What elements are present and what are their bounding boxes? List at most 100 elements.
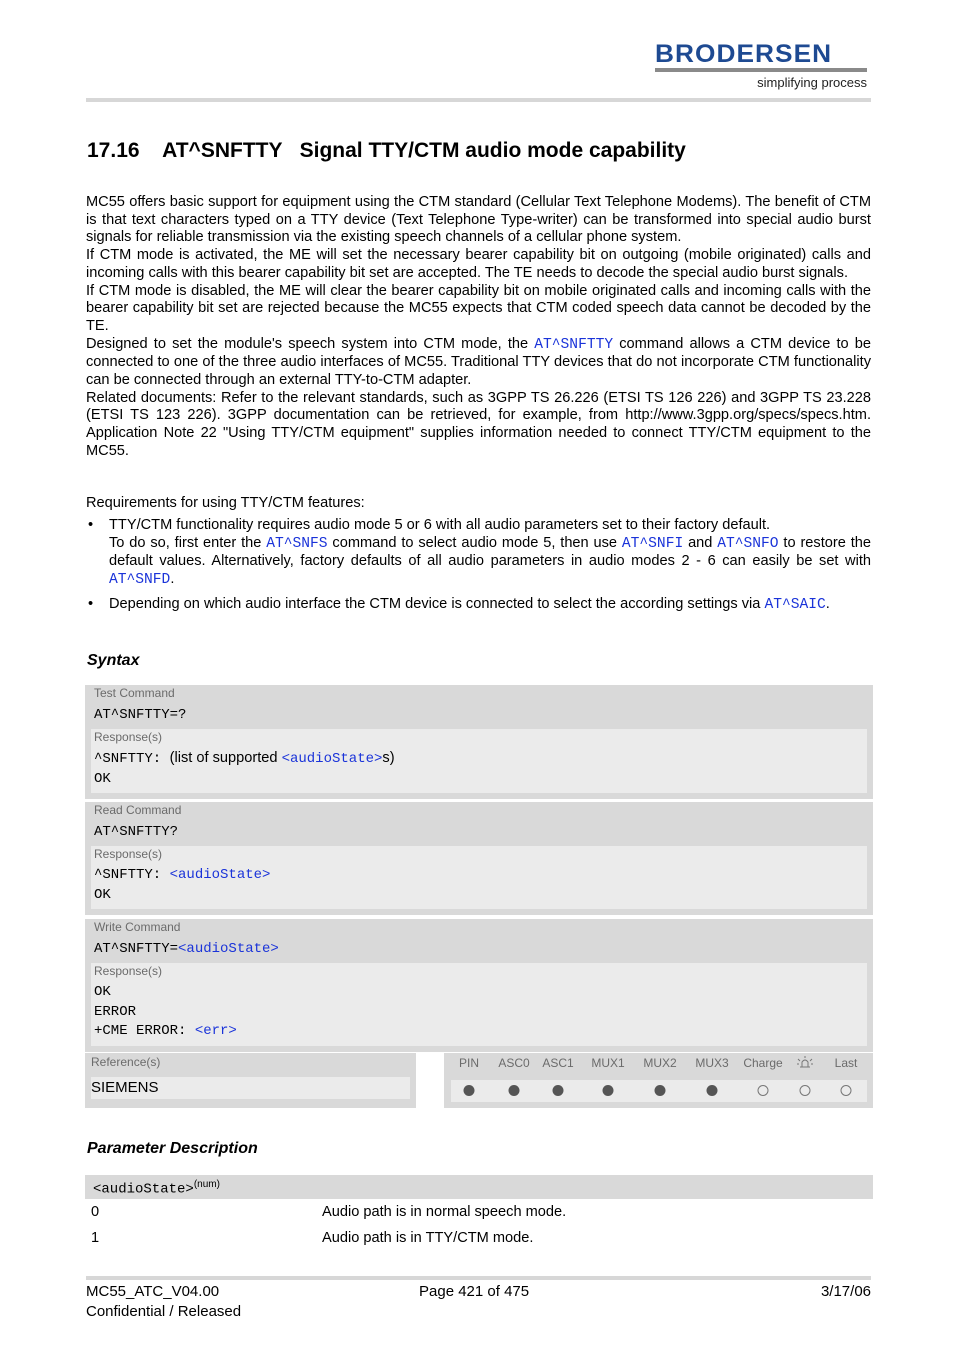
list-item: • TTY/CTM functionality requires audio m… (86, 517, 871, 590)
text: command to select audio mode 5, then use (327, 534, 622, 551)
text: . (825, 595, 830, 612)
unsupported-circle-icon (799, 1085, 811, 1096)
response-ok: OK (94, 984, 111, 1000)
support-column-label: MUX2 (643, 1056, 677, 1070)
support-matrix-row (451, 1080, 867, 1102)
text: . (170, 571, 175, 588)
logo-tagline: simplifying process (757, 75, 867, 90)
requirements-list: • TTY/CTM functionality requires audio m… (86, 517, 871, 621)
response-cme-error: +CME ERROR: <err> (91, 1022, 867, 1042)
support-column-label: Charge (743, 1056, 783, 1070)
logo-wordmark: BRODERSEN (655, 40, 833, 68)
audiostate-link[interactable]: <audioState> (170, 867, 271, 883)
supported-dot-icon (463, 1085, 475, 1096)
support-matrix-header: PIN ASC0 ASC1 MUX1 MUX2 MUX3 Charge Last (444, 1053, 873, 1079)
bullet-icon: • (88, 517, 94, 533)
err-link[interactable]: <err> (195, 1023, 237, 1039)
requirements-title: Requirements for using TTY/CTM features: (86, 495, 365, 511)
footer-doc-id: MC55_ATC_V04.00 (86, 1283, 220, 1300)
parameter-value-row: 1 Audio path is in TTY/CTM mode. (91, 1230, 533, 1246)
section-command: AT^SNFTTY (162, 139, 283, 162)
atsnfs-link[interactable]: AT^SNFS (266, 536, 327, 552)
atsnfd-link[interactable]: AT^SNFD (109, 572, 170, 588)
footer-page: Page 421 of 475 (419, 1283, 530, 1300)
intro-paragraph: Designed to set the module's speech syst… (86, 336, 871, 390)
section-title: 17.16 AT^SNFTTY Signal TTY/CTM audio mod… (87, 139, 686, 163)
audiostate-link[interactable]: <audioState> (282, 751, 383, 767)
brodersen-logo: BRODERSEN simplifying process (655, 42, 867, 90)
response-label: Response(s) (94, 730, 163, 744)
read-command-label: Read Command (94, 803, 182, 817)
audiostate-link[interactable]: <audioState> (178, 941, 279, 957)
parameter-value: 1 (91, 1230, 100, 1246)
unsupported-circle-icon (840, 1085, 852, 1096)
response-label: Response(s) (94, 964, 163, 978)
intro-paragraph: If CTM mode is activated, the ME will se… (86, 247, 871, 281)
text: +CME ERROR: (94, 1023, 195, 1039)
parameter-desc: Audio path is in TTY/CTM mode. (322, 1230, 534, 1246)
write-command-label: Write Command (94, 920, 181, 934)
support-column-label: MUX3 (695, 1056, 729, 1070)
atsnftty-link[interactable]: AT^SNFTTY (534, 337, 613, 353)
atsaic-link[interactable]: AT^SAIC (764, 597, 825, 613)
unsupported-circle-icon (757, 1085, 769, 1096)
parameter-type: (num) (193, 1179, 220, 1190)
text: ^SNFTTY: (94, 751, 170, 767)
intro-paragraph: If CTM mode is disabled, the ME will cle… (86, 282, 871, 334)
read-command: AT^SNFTTY? (94, 824, 179, 840)
reference-block: Reference(s) SIEMENS (85, 1053, 416, 1108)
read-response-block: Response(s) ^SNFTTY: <audioState> OK (91, 846, 867, 909)
footer-date: 3/17/06 (820, 1283, 871, 1300)
footer-status: Confidential / Released (86, 1303, 242, 1320)
text: (list of supported (169, 750, 282, 766)
supported-dot-icon (654, 1085, 666, 1096)
parameter-value: 0 (91, 1204, 100, 1220)
text: To do so, first enter the (109, 534, 267, 551)
read-command-block: Read Command AT^SNFTTY? Response(s) ^SNF… (85, 802, 873, 915)
support-matrix: PIN ASC0 ASC1 MUX1 MUX2 MUX3 Charge Last (444, 1053, 873, 1108)
syntax-heading: Syntax (87, 652, 140, 669)
text: and (683, 534, 718, 551)
test-command-block: Test Command AT^SNFTTY=? Response(s) ^SN… (85, 685, 873, 799)
text: Designed to set the module's speech syst… (86, 335, 535, 352)
supported-dot-icon (706, 1085, 718, 1096)
write-command: AT^SNFTTY=<audioState> (85, 939, 873, 963)
support-column-label: ASC0 (498, 1056, 530, 1070)
list-item: • Depending on which audio interface the… (86, 596, 871, 615)
intro-paragraph: Related documents: Refer to the relevant… (86, 389, 871, 459)
alarm-bell-icon (796, 1056, 814, 1073)
parameter-desc: Audio path is in normal speech mode. (322, 1204, 567, 1220)
support-column-label: PIN (458, 1056, 480, 1070)
parameter-name: <audioState>(num) (93, 1179, 220, 1198)
text: AT^SNFTTY= (94, 941, 179, 957)
parameter-header: <audioState>(num) (85, 1175, 873, 1199)
text: s) (382, 750, 395, 766)
response-error: ERROR (94, 1003, 137, 1020)
text: To do so, first enter the AT^SNFS comman… (109, 535, 871, 590)
atsnfi-link[interactable]: AT^SNFI (622, 536, 683, 552)
reference-label: Reference(s) (91, 1055, 161, 1069)
header-divider (86, 98, 871, 102)
response-ok: OK (94, 770, 111, 787)
support-column-label: MUX1 (591, 1056, 625, 1070)
response-label: Response(s) (94, 847, 163, 861)
atsnfo-link[interactable]: AT^SNFO (717, 536, 778, 552)
supported-dot-icon (602, 1085, 614, 1096)
intro-text: MC55 offers basic support for equipment … (86, 194, 871, 461)
parameter-value-row: 0 Audio path is in normal speech mode. (91, 1204, 566, 1220)
text: <audioState> (93, 1181, 194, 1198)
intro-paragraph: MC55 offers basic support for equipment … (86, 194, 871, 246)
response-line: ^SNFTTY: <audioState> (91, 866, 867, 886)
text: ^SNFTTY: (94, 867, 170, 883)
supported-dot-icon (508, 1085, 520, 1096)
section-title-text: Signal TTY/CTM audio mode capability (299, 139, 686, 162)
reference-value: SIEMENS (91, 1077, 410, 1099)
test-command: AT^SNFTTY=? (94, 707, 187, 723)
supported-dot-icon (552, 1085, 564, 1096)
support-column-label: Last (834, 1056, 858, 1070)
section-number: 17.16 (87, 139, 140, 162)
write-command-block: Write Command AT^SNFTTY=<audioState> Res… (85, 919, 873, 1052)
text: Depending on which audio interface the C… (109, 595, 765, 612)
bullet-icon: • (88, 595, 94, 612)
write-response-block: Response(s) OK ERROR +CME ERROR: <err> (91, 963, 867, 1046)
